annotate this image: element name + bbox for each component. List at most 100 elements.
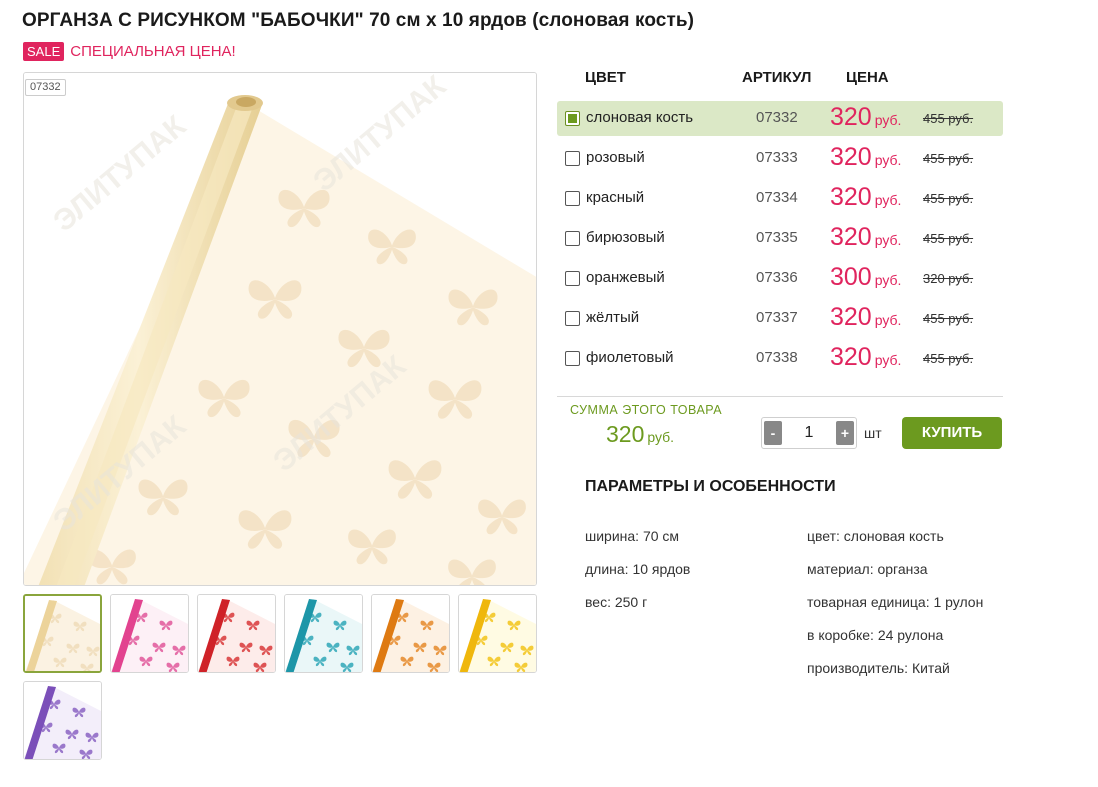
variant-sku: 07337 [756, 309, 798, 326]
variant-row[interactable]: фиолетовый 07338 320 руб. 455 руб. [557, 341, 1003, 376]
thumbnail-image [372, 595, 449, 672]
price-amount: 320 [830, 303, 872, 331]
variant-old-price: 455 руб. [923, 191, 974, 206]
variant-sku: 07338 [756, 349, 798, 366]
variant-checkbox[interactable] [565, 311, 580, 326]
thumbnail-turquoise[interactable] [284, 594, 363, 673]
variant-sku: 07336 [756, 269, 798, 286]
price-currency: руб. [874, 152, 902, 168]
variant-color: бирюзовый [586, 229, 665, 246]
param-item: цвет: слоновая кость [807, 528, 944, 544]
variant-old-price: 455 руб. [923, 231, 974, 246]
price-amount: 320 [830, 223, 872, 251]
price-currency: руб. [874, 272, 902, 288]
variant-price: 320 руб. [830, 303, 901, 332]
price-currency: руб. [874, 192, 902, 208]
thumbnail-orange[interactable] [371, 594, 450, 673]
variant-checkbox[interactable] [565, 351, 580, 366]
variant-sku: 07335 [756, 229, 798, 246]
header-color: ЦВЕТ [585, 69, 626, 86]
variant-old-price: 455 руб. [923, 351, 974, 366]
variant-color: фиолетовый [586, 349, 674, 366]
thumbnail-image [198, 595, 275, 672]
variant-color: слоновая кость [586, 109, 694, 126]
thumbnail-red[interactable] [197, 594, 276, 673]
variant-checkbox[interactable] [565, 191, 580, 206]
variant-row[interactable]: красный 07334 320 руб. 455 руб. [557, 181, 1003, 216]
page-title: ОРГАНЗА С РИСУНКОМ "БАБОЧКИ" 70 см x 10 … [22, 10, 695, 31]
price-currency: руб. [874, 112, 902, 128]
variant-old-price: 455 руб. [923, 111, 974, 126]
param-item: ширина: 70 см [585, 528, 680, 544]
variant-price: 300 руб. [830, 263, 901, 292]
thumbnail-image [459, 595, 536, 672]
price-amount: 320 [830, 143, 872, 171]
variant-row[interactable]: бирюзовый 07335 320 руб. 455 руб. [557, 221, 1003, 256]
variant-checkbox[interactable] [565, 111, 580, 126]
thumbnail-image [24, 682, 101, 759]
increase-button[interactable]: + [836, 421, 854, 445]
divider [557, 396, 1003, 397]
thumbnail-ivory[interactable] [23, 594, 102, 673]
header-sku: АРТИКУЛ [742, 69, 812, 86]
thumbnail-pink[interactable] [110, 594, 189, 673]
buy-button[interactable]: КУПИТЬ [902, 417, 1002, 449]
thumbnail-yellow[interactable] [458, 594, 537, 673]
variant-row[interactable]: розовый 07333 320 руб. 455 руб. [557, 141, 1003, 176]
image-sku-tag: 07332 [25, 79, 66, 96]
header-price: ЦЕНА [846, 69, 889, 86]
thumbnail-violet[interactable] [23, 681, 102, 760]
variant-price: 320 руб. [830, 143, 901, 172]
variant-old-price: 455 руб. [923, 151, 974, 166]
variant-price: 320 руб. [830, 183, 901, 212]
price-amount: 320 [830, 103, 872, 131]
variant-price: 320 руб. [830, 223, 901, 252]
variant-sku: 07334 [756, 189, 798, 206]
variant-checkbox[interactable] [565, 151, 580, 166]
price-amount: 320 [830, 183, 872, 211]
main-product-image[interactable]: ЭЛИТУПАК ЭЛИТУПАК ЭЛИТУПАК ЭЛИТУПАК 0733… [23, 72, 537, 586]
variant-color: жёлтый [586, 309, 640, 326]
variant-old-price: 320 руб. [923, 271, 974, 286]
price-amount: 300 [830, 263, 872, 291]
variant-row[interactable]: слоновая кость 07332 320 руб. 455 руб. [557, 101, 1003, 136]
quantity-unit: шт [864, 425, 882, 441]
variant-sku: 07332 [756, 109, 798, 126]
thumbnail-image [25, 596, 100, 671]
thumbnail-image [285, 595, 362, 672]
sum-currency: руб. [647, 429, 675, 445]
sale-line: SALE СПЕЦИАЛЬНАЯ ЦЕНА! [23, 42, 236, 61]
variant-old-price: 455 руб. [923, 311, 974, 326]
price-currency: руб. [874, 312, 902, 328]
variant-price: 320 руб. [830, 103, 901, 132]
params-title: ПАРАМЕТРЫ И ОСОБЕННОСТИ [585, 478, 836, 495]
quantity-input[interactable] [784, 420, 834, 446]
variant-row[interactable]: жёлтый 07337 320 руб. 455 руб. [557, 301, 1003, 336]
param-item: длина: 10 ярдов [585, 561, 691, 577]
sale-badge: SALE [23, 42, 65, 61]
param-item: в коробке: 24 рулона [807, 627, 944, 643]
variant-sku: 07333 [756, 149, 798, 166]
sum-amount: 320 [606, 421, 645, 447]
variant-checkbox[interactable] [565, 271, 580, 286]
sum-label: СУММА ЭТОГО ТОВАРА [570, 403, 723, 417]
sum-value: 320 руб. [606, 421, 674, 448]
variant-row[interactable]: оранжевый 07336 300 руб. 320 руб. [557, 261, 1003, 296]
variant-color: красный [586, 189, 645, 206]
variant-checkbox[interactable] [565, 231, 580, 246]
variant-color: оранжевый [586, 269, 665, 286]
param-item: производитель: Китай [807, 660, 950, 676]
organza-roll-image: ЭЛИТУПАК ЭЛИТУПАК ЭЛИТУПАК ЭЛИТУПАК [24, 73, 536, 585]
quantity-stepper: - + [761, 417, 857, 449]
price-amount: 320 [830, 343, 872, 371]
variant-color: розовый [586, 149, 645, 166]
price-currency: руб. [874, 352, 902, 368]
param-item: материал: органза [807, 561, 928, 577]
param-item: товарная единица: 1 рулон [807, 594, 984, 610]
decrease-button[interactable]: - [764, 421, 782, 445]
variant-price: 320 руб. [830, 343, 901, 372]
param-item: вес: 250 г [585, 594, 648, 610]
thumbnail-image [111, 595, 188, 672]
special-price-text: СПЕЦИАЛЬНАЯ ЦЕНА! [70, 43, 236, 60]
price-currency: руб. [874, 232, 902, 248]
